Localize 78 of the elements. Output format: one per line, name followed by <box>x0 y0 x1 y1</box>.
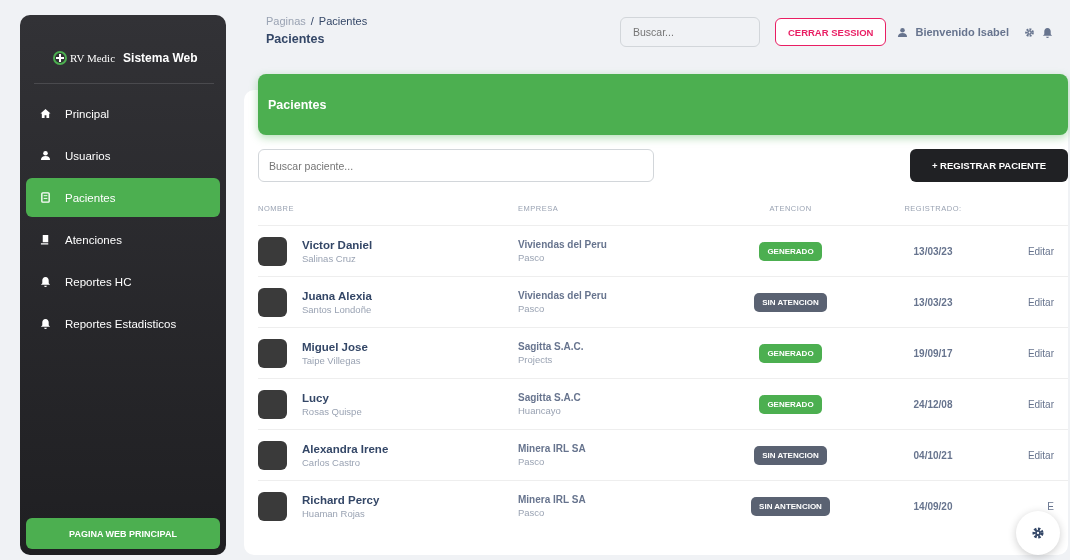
patient-name: Juana Alexia <box>302 289 372 302</box>
status-badge: GENERADO <box>759 394 822 414</box>
patient-surname: Salinas Cruz <box>302 252 357 264</box>
bell-icon[interactable] <box>1042 26 1053 38</box>
company-location: Projects <box>518 354 554 365</box>
patient-search-field[interactable]: Buscar paciente... <box>258 149 654 182</box>
registered-date: 13/03/23 <box>913 245 953 257</box>
app-title: Sistema Web <box>123 51 198 65</box>
company-location: Pasco <box>518 303 546 314</box>
sidebar-item[interactable]: Pacientes <box>26 178 220 217</box>
patient-surname: Huaman Rojas <box>302 507 366 519</box>
main-website-button[interactable]: PAGINA WEB PRINCIPAL <box>26 518 220 549</box>
register-patient-button[interactable]: + REGISTRAR PACIENTE <box>910 149 1068 182</box>
edit-link[interactable]: Editar <box>1027 347 1054 359</box>
registered-date: 14/09/20 <box>913 500 953 512</box>
company-name: Viviendas del Peru <box>518 239 608 250</box>
registered-date: 13/03/23 <box>913 296 953 308</box>
page-title: Pacientes <box>266 32 326 46</box>
company-name: Sagitta S.A.C <box>518 392 582 403</box>
photo-placeholder <box>258 389 287 419</box>
photo-placeholder <box>258 287 287 317</box>
status-badge: SIN ATENCION <box>754 445 827 465</box>
patient-surname: Carlos Castro <box>302 456 362 468</box>
settings-icon <box>1031 526 1045 540</box>
patient-surname: Santos Londoñe <box>302 303 372 315</box>
user-icon <box>897 26 909 38</box>
company-name: Minera IRL SA <box>518 443 587 454</box>
status-badge: SIN ANTENCION <box>751 496 830 516</box>
edit-link[interactable]: E <box>1047 500 1054 512</box>
company-name: Minera IRL SA <box>518 494 587 505</box>
patient-name: Miguel Jose <box>302 340 368 353</box>
book-icon <box>40 192 51 203</box>
search-field[interactable]: Buscar... <box>619 17 760 47</box>
patient-surname: Taipe Villegas <box>302 354 362 366</box>
edit-link[interactable]: Editar <box>1027 449 1054 461</box>
photo-placeholder <box>258 338 287 368</box>
company-location: Pasco <box>518 507 546 518</box>
sidebar-item[interactable]: Principal <box>26 94 220 133</box>
status-badge: GENERADO <box>759 241 822 261</box>
patient-surname: Rosas Quispe <box>302 405 362 417</box>
welcome-text: Bienvenido Isabel <box>915 26 1009 38</box>
patient-name: Victor Daniel <box>302 238 373 251</box>
registered-date: 04/10/21 <box>913 449 953 461</box>
company-location: Pasco <box>518 456 546 467</box>
photo-placeholder <box>258 236 287 266</box>
registered-date: 19/09/17 <box>913 347 953 359</box>
sidebar-item[interactable]: Usuarios <box>26 136 220 175</box>
breadcrumb-item: / <box>310 15 314 27</box>
patient-name: Alexandra Irene <box>302 442 389 455</box>
document-icon <box>40 234 51 245</box>
status-badge: GENERADO <box>759 343 822 363</box>
sidebar-item[interactable]: Reportes HC <box>26 262 220 301</box>
company-location: Pasco <box>518 252 546 263</box>
photo-placeholder <box>258 440 287 470</box>
company-location: Huancayo <box>518 405 562 416</box>
bell-icon <box>40 318 51 329</box>
edit-link[interactable]: Editar <box>1027 398 1054 410</box>
logo-text: RV Medic <box>70 52 116 64</box>
company-name: Sagitta S.A.C. <box>518 341 585 352</box>
card-title: Pacientes <box>268 97 327 112</box>
bell-icon <box>40 276 51 287</box>
settings-icon[interactable] <box>1024 26 1035 38</box>
user-icon <box>40 150 51 161</box>
registered-date: 24/12/08 <box>913 398 953 410</box>
edit-link[interactable]: Editar <box>1027 245 1054 257</box>
patient-name: Richard Percy <box>302 493 380 506</box>
photo-placeholder <box>258 491 287 521</box>
logo-icon <box>52 50 68 66</box>
company-name: Viviendas del Peru <box>518 290 608 301</box>
logout-button[interactable]: CERRAR SESSION <box>774 18 887 46</box>
status-badge: SIN ATENCION <box>754 292 827 312</box>
breadcrumb-item: Pacientes <box>318 15 368 27</box>
patient-name: Lucy <box>302 391 330 404</box>
sidebar-item[interactable]: Atenciones <box>26 220 220 259</box>
settings-button[interactable] <box>1016 511 1060 555</box>
sidebar-item[interactable]: Reportes Estadisticos <box>26 304 220 343</box>
home-icon <box>40 108 51 119</box>
edit-link[interactable]: Editar <box>1027 296 1054 308</box>
